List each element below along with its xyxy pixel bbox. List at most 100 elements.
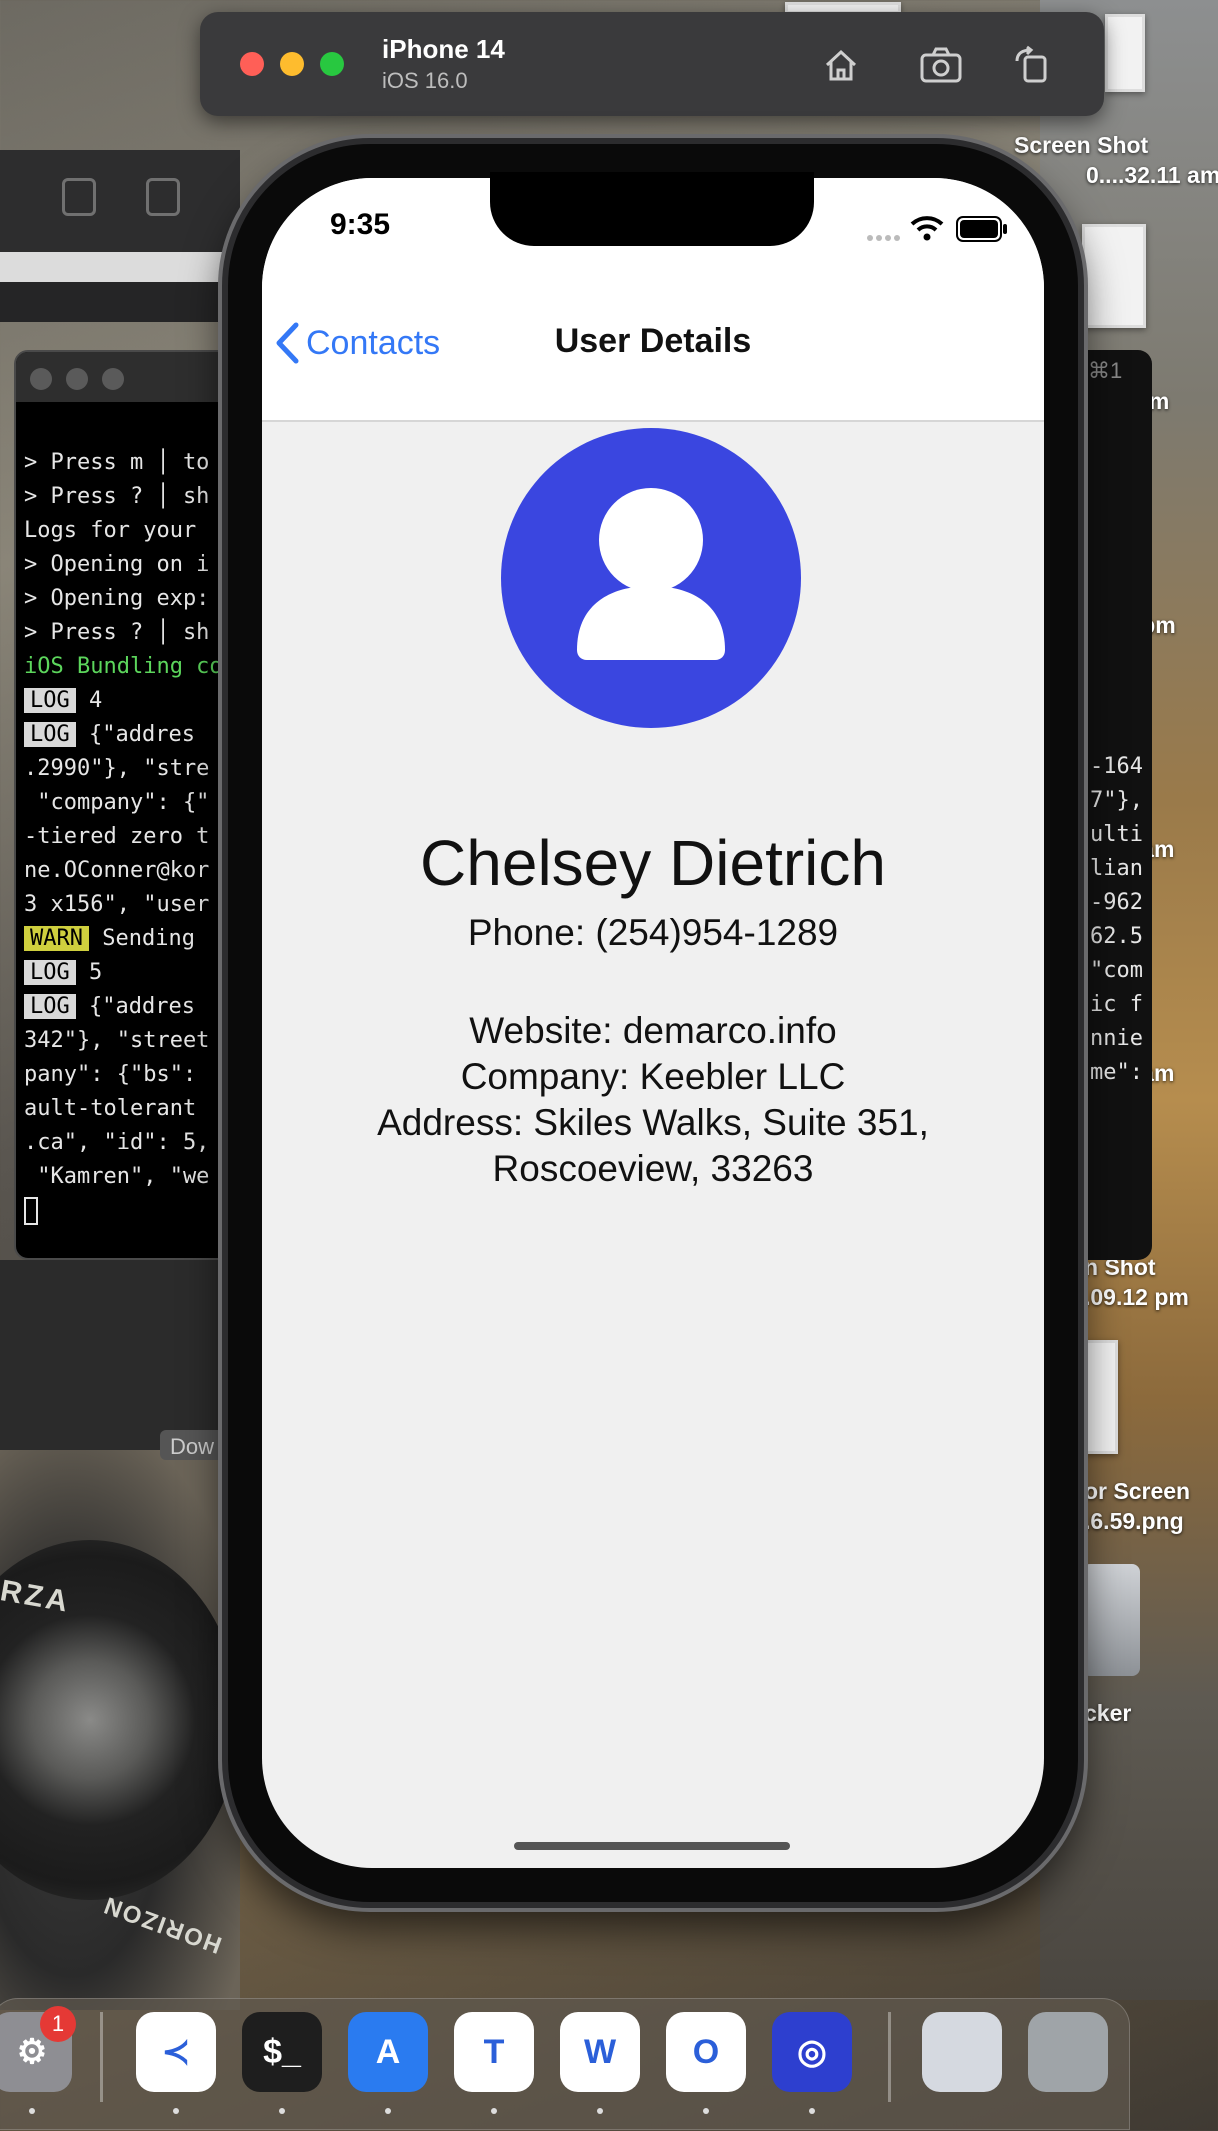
home-indicator[interactable]	[514, 1842, 790, 1850]
desktop-file-label[interactable]: 0....32.11 am	[1086, 162, 1218, 189]
minimize-button[interactable]	[280, 52, 304, 76]
terminal-line: 7"},	[1090, 788, 1143, 813]
dock-teams-icon[interactable]: T	[454, 2012, 534, 2092]
terminal-log: "company": {"	[24, 790, 210, 815]
terminal-log: pany": {"bs":	[24, 1062, 197, 1087]
device-name: iPhone 14	[382, 34, 505, 64]
terminal-tab-shortcut: ⌘1	[1088, 358, 1123, 383]
xcode-strip	[0, 282, 240, 322]
terminal-log: 4	[89, 688, 103, 713]
terminal-titlebar	[16, 352, 238, 402]
dock-running-indicator	[597, 2108, 603, 2114]
close-dot[interactable]	[30, 368, 52, 390]
dock-divider	[100, 2012, 103, 2102]
log-tag: LOG	[24, 960, 76, 985]
terminal-line: > Press m │ to	[24, 450, 210, 475]
close-button[interactable]	[240, 52, 264, 76]
desktop-file-label[interactable]: .6.59.png	[1084, 1508, 1184, 1535]
dock-vscode-icon[interactable]: ≺	[136, 2012, 216, 2092]
terminal-line: "com	[1090, 958, 1143, 983]
avatar	[501, 428, 801, 728]
xcode-strip	[0, 252, 240, 282]
zoom-button[interactable]	[320, 52, 344, 76]
terminal-line: lian	[1090, 856, 1143, 881]
dock-word-icon[interactable]: W	[560, 2012, 640, 2092]
terminal-line: ic f	[1090, 992, 1143, 1017]
dynamic-notch	[490, 172, 814, 246]
terminal-line: nnie	[1090, 1026, 1143, 1051]
battery-icon	[956, 216, 1008, 247]
desktop-file-label[interactable]: Screen Shot	[1014, 132, 1148, 159]
terminal-output: -164 7"}, ulti lian -962 62.5 "com ic f nnie me":	[1080, 350, 1152, 1090]
terminal-log: "Kamren", "we	[24, 1164, 210, 1189]
terminal-log: {"addres	[89, 994, 195, 1019]
terminal-window-right[interactable]: -164 7"}, ulti lian -962 62.5 "com ic f nnie me":	[1080, 350, 1152, 1260]
terminal-line: 62.5	[1090, 924, 1143, 949]
dock-divider	[888, 2012, 891, 2102]
desktop-file-label[interactable]: cker	[1084, 1700, 1131, 1727]
terminal-output: > Press m │ to > Press ? │ sh Logs for you…	[16, 402, 238, 1258]
person-icon	[577, 488, 725, 660]
terminal-log: {"addres	[89, 722, 195, 747]
log-tag: LOG	[24, 722, 76, 747]
dock-trash-icon[interactable]	[1028, 2012, 1108, 2092]
navigation-bar: Contacts User Details	[262, 294, 1044, 422]
terminal-log: 3 x156", "user	[24, 892, 210, 917]
xcode-panel	[0, 1260, 240, 1450]
xcode-toolbar	[0, 150, 240, 260]
user-name: Chelsey Dietrich	[420, 827, 886, 899]
terminal-line: > Opening exp:	[24, 586, 210, 611]
log-tag: LOG	[24, 688, 76, 713]
dock-running-indicator	[173, 2108, 179, 2114]
terminal-line: -962	[1090, 890, 1143, 915]
minimize-dot[interactable]	[66, 368, 88, 390]
terminal-line: ulti	[1090, 822, 1143, 847]
terminal-bundling: iOS Bundling co	[24, 654, 223, 679]
file-thumbnail[interactable]	[1084, 1340, 1118, 1454]
dock-terminal-icon[interactable]: $_	[242, 2012, 322, 2092]
terminal-window[interactable]: > Press m │ to > Press ? │ sh Logs for you…	[14, 350, 240, 1260]
terminal-log: .2990"}, "stre	[24, 756, 210, 781]
desktop-file-label[interactable]: .09.12 pm	[1084, 1284, 1189, 1311]
dock-xcode-icon[interactable]: A	[348, 2012, 428, 2092]
log-tag: LOG	[24, 994, 76, 1019]
rotate-icon[interactable]	[1004, 38, 1058, 92]
terminal-log: 5	[89, 960, 103, 985]
dock-running-indicator	[385, 2108, 391, 2114]
page-title: User Details	[554, 322, 752, 360]
iphone-screen: 9:35 Contacts User Details Chelsey Dietr…	[262, 178, 1044, 1868]
home-icon[interactable]	[814, 38, 868, 92]
terminal-line: > Press ? │ sh	[24, 484, 210, 509]
screenshot-icon[interactable]	[914, 38, 968, 92]
file-thumbnail[interactable]	[1082, 224, 1146, 328]
share-icon[interactable]	[146, 178, 180, 216]
dock-running-indicator	[491, 2108, 497, 2114]
status-time: 9:35	[330, 208, 391, 241]
terminal-log: ault-tolerant	[24, 1096, 197, 1121]
terminal-log: ne.OConner@kor	[24, 858, 210, 883]
dock-running-indicator	[809, 2108, 815, 2114]
terminal-line: -164	[1090, 754, 1143, 779]
file-thumbnail[interactable]	[1105, 14, 1145, 92]
os-version: iOS 16.0	[382, 68, 468, 93]
warn-tag: WARN	[24, 926, 89, 951]
simulator-titlebar: iPhone 14 iOS 16.0	[200, 12, 1104, 116]
user-phone: Phone: (254)954-1289	[467, 912, 839, 953]
user-company: Company: Keebler LLC	[460, 1056, 846, 1097]
dock-running-indicator	[29, 2108, 35, 2114]
user-address-line2: Roscoeview, 33263	[492, 1148, 814, 1189]
wifi-icon	[910, 214, 944, 247]
zoom-dot[interactable]	[102, 368, 124, 390]
file-icon[interactable]	[62, 178, 96, 216]
terminal-log: -tiered zero t	[24, 824, 210, 849]
drive-icon[interactable]	[1082, 1564, 1140, 1676]
terminal-log: .ca", "id": 5,	[24, 1130, 210, 1155]
user-address: Address: Skiles Walks, Suite 351,	[377, 1102, 929, 1143]
terminal-cursor	[24, 1197, 38, 1225]
desktop-file-label[interactable]: or Screen	[1084, 1478, 1190, 1505]
user-website: Website: demarco.info	[469, 1010, 837, 1051]
dock-outlook-icon[interactable]: O	[666, 2012, 746, 2092]
terminal-line: > Press ? │ sh	[24, 620, 210, 645]
dock-preview-icon[interactable]	[922, 2012, 1002, 2092]
dock-simulator-icon[interactable]: ◎	[772, 2012, 852, 2092]
